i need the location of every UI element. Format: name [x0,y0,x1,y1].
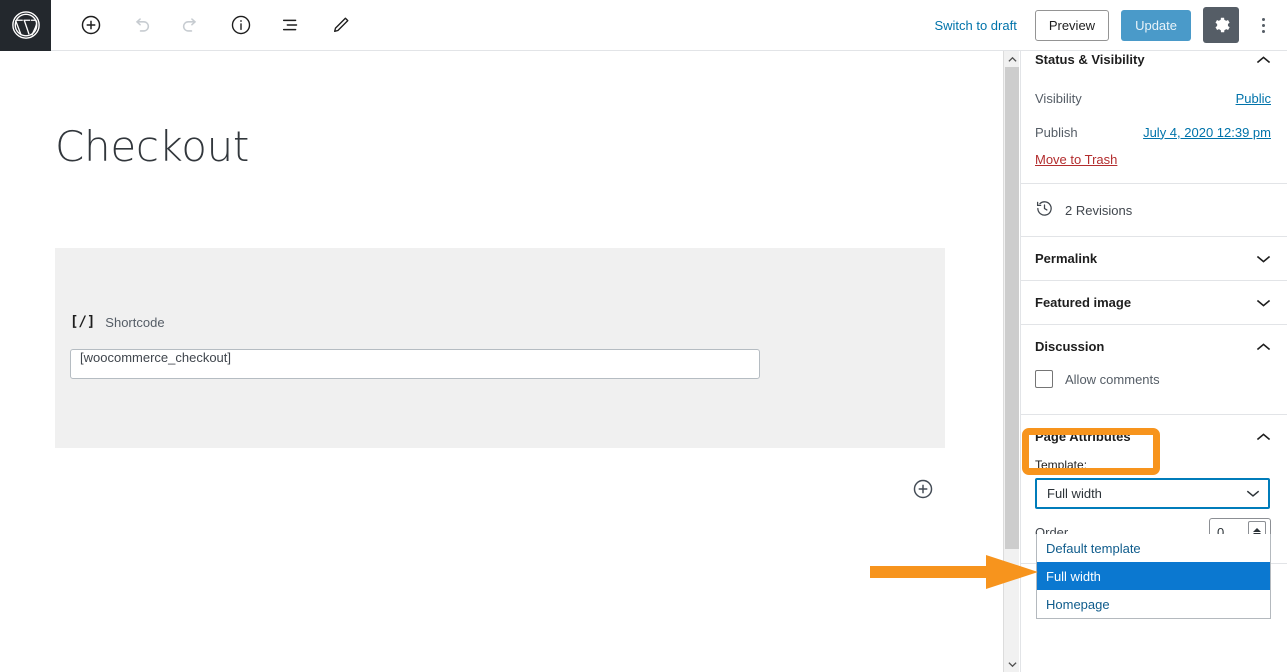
move-to-trash-button[interactable]: Move to Trash [1035,152,1117,167]
template-option-default[interactable]: Default template [1037,534,1270,562]
visibility-label: Visibility [1035,90,1082,106]
editor-top-bar: Switch to draft Preview Update [0,0,1287,51]
panel-featured-image-header[interactable]: Featured image [1021,281,1287,324]
template-option-homepage[interactable]: Homepage [1037,590,1270,618]
panel-page-attributes-body: Template: Full width [1021,458,1287,509]
chevron-up-icon [1256,55,1271,65]
publish-row: Publish July 4, 2020 12:39 pm [1021,115,1287,149]
chevron-down-icon [1246,486,1260,501]
revisions-row[interactable]: 2 Revisions [1021,184,1287,237]
shortcode-block[interactable]: [/] Shortcode [woocommerce_checkout] [55,248,945,448]
panel-status-visibility: Status & Visibility Visibility Public Pu… [1021,51,1287,184]
wordpress-logo-icon[interactable] [0,0,51,51]
edit-mode-button[interactable] [322,6,360,44]
visibility-row: Visibility Public [1021,81,1287,115]
preview-button[interactable]: Preview [1034,9,1110,41]
panel-permalink-header[interactable]: Permalink [1021,237,1287,280]
spinner-up-icon[interactable] [1253,528,1261,532]
panel-title: Page Attributes [1035,429,1131,444]
undo-button[interactable] [122,6,160,44]
revisions-label: 2 Revisions [1065,202,1133,218]
scrollbar-thumb[interactable] [1005,67,1019,549]
publish-date-button[interactable]: July 4, 2020 12:39 pm [1143,125,1271,140]
template-label: Template: [1035,458,1088,472]
editor-canvas: Checkout [/] Shortcode [woocommerce_chec… [0,51,1003,672]
list-view-button[interactable] [272,6,310,44]
panel-discussion-header[interactable]: Discussion [1021,325,1287,368]
page-title[interactable]: Checkout [55,122,249,171]
details-button[interactable] [222,6,260,44]
add-block-inserter-icon[interactable] [912,478,934,500]
three-dots-vertical-icon[interactable] [1251,7,1275,43]
chevron-down-icon [1256,254,1271,264]
chevron-up-icon [1256,432,1271,442]
allow-comments-label: Allow comments [1065,371,1160,387]
scroll-up-icon[interactable] [1004,51,1020,67]
template-select-value: Full width [1047,486,1102,501]
chevron-up-icon [1256,342,1271,352]
shortcode-icon: [/] [70,314,96,330]
panel-discussion: Discussion Allow comments [1021,325,1287,415]
editor-tools-group [72,6,360,44]
shortcode-input[interactable]: [woocommerce_checkout] [70,349,760,379]
panel-discussion-body: Allow comments [1021,368,1287,414]
panel-title: Status & Visibility [1035,52,1145,67]
history-clock-icon [1035,199,1054,221]
visibility-value-button[interactable]: Public [1236,91,1271,106]
panel-featured-image: Featured image [1021,281,1287,325]
template-option-full-width[interactable]: Full width [1037,562,1270,590]
scroll-down-icon[interactable] [1004,656,1020,672]
canvas-scrollbar[interactable] [1003,51,1019,672]
template-dropdown-options[interactable]: Default template Full width Homepage [1036,534,1271,619]
panel-title: Featured image [1035,295,1132,310]
publish-label: Publish [1035,124,1078,140]
move-to-trash-row: Move to Trash [1021,149,1287,183]
panel-permalink: Permalink [1021,237,1287,281]
update-button[interactable]: Update [1121,9,1191,41]
redo-button[interactable] [172,6,210,44]
allow-comments-checkbox[interactable] [1035,370,1053,388]
editor-actions-group: Switch to draft Preview Update [928,7,1287,43]
panel-title: Discussion [1035,339,1105,354]
add-block-button[interactable] [72,6,110,44]
panel-page-attributes-header[interactable]: Page Attributes [1021,415,1287,458]
switch-to-draft-button[interactable]: Switch to draft [928,14,1022,37]
panel-status-visibility-header[interactable]: Status & Visibility [1021,51,1287,81]
panel-title: Permalink [1035,251,1098,266]
allow-comments-row[interactable]: Allow comments [1035,368,1271,398]
shortcode-block-header: [/] Shortcode [70,314,165,330]
shortcode-block-label: Shortcode [105,314,165,330]
gear-icon[interactable] [1203,7,1239,43]
template-select[interactable]: Full width [1035,478,1270,509]
chevron-down-icon [1256,298,1271,308]
